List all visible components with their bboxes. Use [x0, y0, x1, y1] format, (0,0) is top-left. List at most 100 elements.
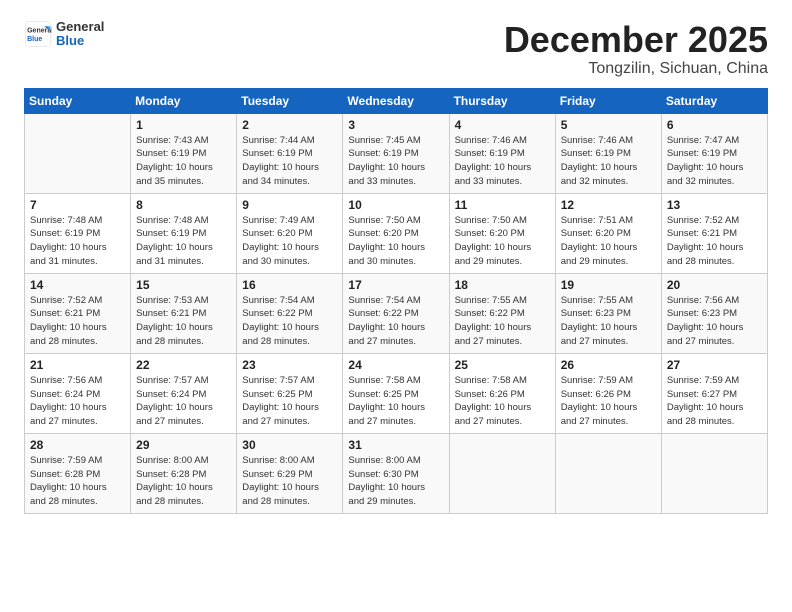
day-info: Sunrise: 7:55 AM Sunset: 6:23 PM Dayligh… — [561, 294, 657, 349]
calendar-cell: 6 Sunrise: 7:47 AM Sunset: 6:19 PM Daylig… — [661, 113, 767, 193]
header-sunday: Sunday — [25, 88, 131, 113]
day-number: 30 — [242, 438, 338, 452]
day-number: 5 — [561, 118, 657, 132]
calendar-header-row: SundayMondayTuesdayWednesdayThursdayFrid… — [25, 88, 768, 113]
calendar-cell — [555, 433, 661, 513]
calendar-cell: 30Sunrise: 8:00 AM Sunset: 6:29 PM Dayli… — [237, 433, 343, 513]
calendar-cell: 25 Sunrise: 7:58 AM Sunset: 6:26 PM Dayli… — [449, 353, 555, 433]
calendar-table: SundayMondayTuesdayWednesdayThursdayFrid… — [24, 88, 768, 514]
day-info: Sunrise: 7:57 AM Sunset: 6:24 PM Dayligh… — [136, 374, 232, 429]
day-number: 29 — [136, 438, 232, 452]
day-number: 13 — [667, 198, 763, 212]
day-info: Sunrise: 7:48 AM Sunset: 6:19 PM Dayligh… — [30, 214, 126, 269]
calendar-cell: 23 Sunrise: 7:57 AM Sunset: 6:25 PM Dayli… — [237, 353, 343, 433]
header-tuesday: Tuesday — [237, 88, 343, 113]
day-number: 2 — [242, 118, 338, 132]
day-number: 6 — [667, 118, 763, 132]
calendar-cell: 12Sunrise: 7:51 AM Sunset: 6:20 PM Dayli… — [555, 193, 661, 273]
day-number: 23 — [242, 358, 338, 372]
title-block: December 2025 Tongzilin, Sichuan, China — [504, 20, 768, 78]
calendar-cell: 15 Sunrise: 7:53 AM Sunset: 6:21 PM Dayli… — [131, 273, 237, 353]
day-info: Sunrise: 7:53 AM Sunset: 6:21 PM Dayligh… — [136, 294, 232, 349]
day-info: Sunrise: 7:48 AM Sunset: 6:19 PM Dayligh… — [136, 214, 232, 269]
calendar-cell: 1 Sunrise: 7:43 AM Sunset: 6:19 PM Daylig… — [131, 113, 237, 193]
logo: General Blue General Blue — [24, 20, 104, 49]
day-number: 16 — [242, 278, 338, 292]
logo-text-general: General — [56, 20, 104, 34]
day-number: 26 — [561, 358, 657, 372]
day-info: Sunrise: 7:44 AM Sunset: 6:19 PM Dayligh… — [242, 134, 338, 189]
calendar-cell — [661, 433, 767, 513]
day-number: 8 — [136, 198, 232, 212]
day-number: 28 — [30, 438, 126, 452]
day-number: 1 — [136, 118, 232, 132]
calendar-cell: 4Sunrise: 7:46 AM Sunset: 6:19 PM Daylig… — [449, 113, 555, 193]
calendar-cell: 27 Sunrise: 7:59 AM Sunset: 6:27 PM Dayli… — [661, 353, 767, 433]
day-number: 11 — [455, 198, 551, 212]
day-info: Sunrise: 7:59 AM Sunset: 6:27 PM Dayligh… — [667, 374, 763, 429]
calendar-cell: 5Sunrise: 7:46 AM Sunset: 6:19 PM Daylig… — [555, 113, 661, 193]
day-info: Sunrise: 7:50 AM Sunset: 6:20 PM Dayligh… — [348, 214, 444, 269]
day-info: Sunrise: 8:00 AM Sunset: 6:30 PM Dayligh… — [348, 454, 444, 509]
header-thursday: Thursday — [449, 88, 555, 113]
day-number: 31 — [348, 438, 444, 452]
day-info: Sunrise: 7:59 AM Sunset: 6:26 PM Dayligh… — [561, 374, 657, 429]
day-info: Sunrise: 7:54 AM Sunset: 6:22 PM Dayligh… — [242, 294, 338, 349]
header-wednesday: Wednesday — [343, 88, 449, 113]
day-info: Sunrise: 7:54 AM Sunset: 6:22 PM Dayligh… — [348, 294, 444, 349]
calendar-week-5: 28 Sunrise: 7:59 AM Sunset: 6:28 PM Dayli… — [25, 433, 768, 513]
day-number: 20 — [667, 278, 763, 292]
day-info: Sunrise: 7:58 AM Sunset: 6:26 PM Dayligh… — [455, 374, 551, 429]
calendar-cell — [449, 433, 555, 513]
day-number: 27 — [667, 358, 763, 372]
day-info: Sunrise: 7:59 AM Sunset: 6:28 PM Dayligh… — [30, 454, 126, 509]
day-info: Sunrise: 7:55 AM Sunset: 6:22 PM Dayligh… — [455, 294, 551, 349]
calendar-cell: 8 Sunrise: 7:48 AM Sunset: 6:19 PM Daylig… — [131, 193, 237, 273]
day-info: Sunrise: 7:47 AM Sunset: 6:19 PM Dayligh… — [667, 134, 763, 189]
calendar-cell: 2 Sunrise: 7:44 AM Sunset: 6:19 PM Daylig… — [237, 113, 343, 193]
day-info: Sunrise: 8:00 AM Sunset: 6:28 PM Dayligh… — [136, 454, 232, 509]
day-number: 10 — [348, 198, 444, 212]
calendar-cell: 22 Sunrise: 7:57 AM Sunset: 6:24 PM Dayli… — [131, 353, 237, 433]
day-info: Sunrise: 7:58 AM Sunset: 6:25 PM Dayligh… — [348, 374, 444, 429]
day-number: 9 — [242, 198, 338, 212]
calendar-cell — [25, 113, 131, 193]
day-number: 19 — [561, 278, 657, 292]
day-number: 21 — [30, 358, 126, 372]
calendar-cell: 28 Sunrise: 7:59 AM Sunset: 6:28 PM Dayli… — [25, 433, 131, 513]
calendar-cell: 31 Sunrise: 8:00 AM Sunset: 6:30 PM Dayli… — [343, 433, 449, 513]
day-info: Sunrise: 7:45 AM Sunset: 6:19 PM Dayligh… — [348, 134, 444, 189]
day-info: Sunrise: 7:56 AM Sunset: 6:24 PM Dayligh… — [30, 374, 126, 429]
day-number: 15 — [136, 278, 232, 292]
day-info: Sunrise: 7:49 AM Sunset: 6:20 PM Dayligh… — [242, 214, 338, 269]
calendar-cell: 24 Sunrise: 7:58 AM Sunset: 6:25 PM Dayli… — [343, 353, 449, 433]
day-number: 14 — [30, 278, 126, 292]
day-info: Sunrise: 7:51 AM Sunset: 6:20 PM Dayligh… — [561, 214, 657, 269]
day-number: 25 — [455, 358, 551, 372]
header: General Blue General Blue December 2025 … — [24, 20, 768, 78]
calendar-title: December 2025 — [504, 20, 768, 60]
day-number: 18 — [455, 278, 551, 292]
calendar-week-1: 1 Sunrise: 7:43 AM Sunset: 6:19 PM Daylig… — [25, 113, 768, 193]
logo-icon: General Blue — [24, 20, 52, 48]
calendar-cell: 10 Sunrise: 7:50 AM Sunset: 6:20 PM Dayli… — [343, 193, 449, 273]
day-number: 4 — [455, 118, 551, 132]
day-number: 7 — [30, 198, 126, 212]
calendar-cell: 13 Sunrise: 7:52 AM Sunset: 6:21 PM Dayli… — [661, 193, 767, 273]
day-info: Sunrise: 7:43 AM Sunset: 6:19 PM Dayligh… — [136, 134, 232, 189]
calendar-cell: 20Sunrise: 7:56 AM Sunset: 6:23 PM Dayli… — [661, 273, 767, 353]
day-number: 22 — [136, 358, 232, 372]
calendar-cell: 16 Sunrise: 7:54 AM Sunset: 6:22 PM Dayli… — [237, 273, 343, 353]
day-info: Sunrise: 7:52 AM Sunset: 6:21 PM Dayligh… — [667, 214, 763, 269]
day-number: 24 — [348, 358, 444, 372]
calendar-cell: 3Sunrise: 7:45 AM Sunset: 6:19 PM Daylig… — [343, 113, 449, 193]
calendar-week-3: 14Sunrise: 7:52 AM Sunset: 6:21 PM Dayli… — [25, 273, 768, 353]
logo-text-blue: Blue — [56, 34, 104, 48]
calendar-cell: 11Sunrise: 7:50 AM Sunset: 6:20 PM Dayli… — [449, 193, 555, 273]
day-info: Sunrise: 7:57 AM Sunset: 6:25 PM Dayligh… — [242, 374, 338, 429]
day-number: 17 — [348, 278, 444, 292]
calendar-page: General Blue General Blue December 2025 … — [0, 0, 792, 612]
calendar-cell: 18 Sunrise: 7:55 AM Sunset: 6:22 PM Dayli… — [449, 273, 555, 353]
calendar-cell: 29 Sunrise: 8:00 AM Sunset: 6:28 PM Dayli… — [131, 433, 237, 513]
calendar-subtitle: Tongzilin, Sichuan, China — [504, 60, 768, 78]
